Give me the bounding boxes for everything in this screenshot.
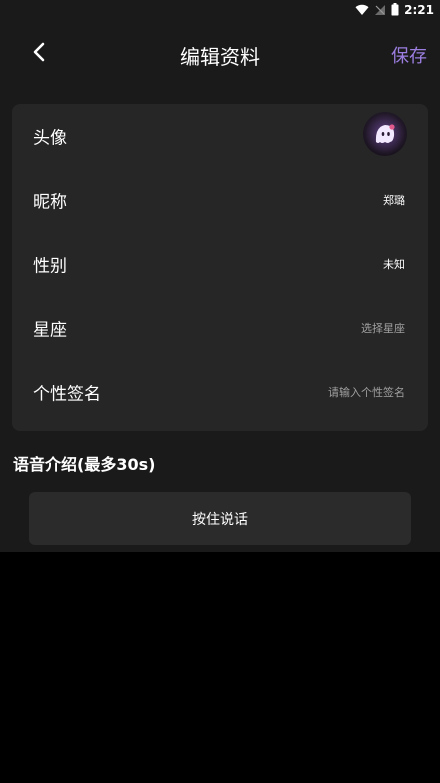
status-icons: 2:21	[355, 2, 434, 18]
no-signal-icon	[374, 1, 386, 20]
row-gender[interactable]: 性别 未知	[12, 232, 428, 296]
gender-value: 未知	[383, 258, 405, 271]
profile-card: 头像 昵称 郑璐 性别 未知 星座 选择星座 个性签名 请输入个性签名	[12, 104, 428, 431]
nickname-value: 郑璐	[383, 194, 405, 207]
status-bar: 2:21	[0, 0, 440, 20]
row-label-nickname: 昵称	[33, 192, 67, 213]
row-avatar[interactable]: 头像	[12, 104, 428, 168]
row-signature[interactable]: 个性签名 请输入个性签名	[12, 360, 428, 424]
edit-profile-screen: 2:21 编辑资料 保存 头像 昵称 郑璐 性别 未知 星座 选择星座 个性签名…	[0, 0, 440, 552]
signature-placeholder: 请输入个性签名	[328, 386, 405, 399]
row-nickname[interactable]: 昵称 郑璐	[12, 168, 428, 232]
save-button[interactable]: 保存	[391, 42, 427, 68]
empty-bottom-area	[0, 552, 440, 783]
row-label-avatar: 头像	[33, 128, 67, 149]
wifi-icon	[355, 1, 369, 20]
row-label-gender: 性别	[33, 256, 67, 277]
ghost-avatar-icon	[363, 114, 407, 156]
hold-to-talk-button[interactable]: 按住说话	[29, 492, 411, 545]
constellation-placeholder: 选择星座	[361, 322, 405, 335]
avatar[interactable]	[363, 112, 407, 156]
status-time: 2:21	[404, 3, 434, 17]
header: 编辑资料 保存	[0, 28, 440, 82]
voice-intro-title: 语音介绍(最多30s)	[13, 455, 156, 474]
row-constellation[interactable]: 星座 选择星座	[12, 296, 428, 360]
row-label-signature: 个性签名	[33, 384, 101, 405]
page-title: 编辑资料	[180, 45, 260, 69]
row-label-constellation: 星座	[33, 320, 67, 341]
battery-icon	[391, 1, 399, 20]
